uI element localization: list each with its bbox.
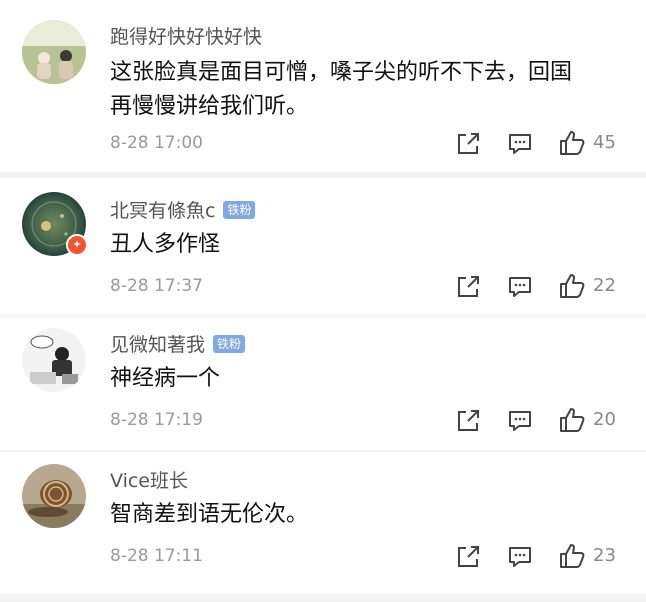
comment-item: ✦ 北冥有條魚c 铁粉 丑人多作怪 8-28 17:37 22: [0, 178, 646, 314]
verified-badge-icon: ✦: [66, 234, 88, 256]
share-icon[interactable]: [455, 274, 481, 300]
share-icon[interactable]: [455, 408, 481, 434]
comment-time: 8-28 17:11: [110, 546, 203, 566]
fan-badge: 铁粉: [213, 335, 246, 353]
comment-time: 8-28 17:37: [110, 276, 203, 296]
comment-username[interactable]: 见微知著我 铁粉: [110, 330, 246, 357]
bottom-divider: [0, 594, 646, 602]
comment-item: Vice班长 智商差到语无伦次。 8-28 17:11 23: [0, 452, 646, 594]
comment-text: 丑人多作怪: [110, 232, 221, 257]
comment-text-line: 这张脸真是面目可憎，嗓子尖的听不下去，回国: [110, 60, 573, 85]
fan-badge: 铁粉: [223, 201, 256, 219]
thumbs-up-icon[interactable]: [558, 272, 586, 300]
share-icon[interactable]: [455, 131, 481, 157]
like-count: 22: [593, 275, 616, 296]
comment-item: 见微知著我 铁粉 神经病一个 8-28 17:19 20: [0, 318, 646, 450]
comment-username-text: 北冥有條魚c: [110, 200, 216, 222]
thumbs-up-icon[interactable]: [558, 542, 586, 570]
comment-username[interactable]: 跑得好快好快好快: [110, 22, 262, 49]
avatar[interactable]: [22, 328, 86, 392]
comment-text-line: 再慢慢讲给我们听。: [110, 94, 309, 119]
thumbs-up-icon[interactable]: [558, 129, 586, 157]
comment-icon[interactable]: [507, 131, 533, 157]
comment-time: 8-28 17:19: [110, 410, 203, 430]
comment-username[interactable]: 北冥有條魚c 铁粉: [110, 196, 256, 223]
like-count: 45: [593, 132, 616, 153]
like-count: 23: [593, 545, 616, 566]
comment-text: 这张脸真是面目可憎，嗓子尖的听不下去，回国 再慢慢讲给我们听。: [110, 56, 620, 124]
comment-icon[interactable]: [507, 408, 533, 434]
comment-icon[interactable]: [507, 274, 533, 300]
share-icon[interactable]: [455, 544, 481, 570]
comment-username-text: 见微知著我: [110, 334, 206, 356]
comment-text: 神经病一个: [110, 366, 221, 391]
comment-username[interactable]: Vice班长: [110, 466, 188, 493]
comment-list: 跑得好快好快好快 这张脸真是面目可憎，嗓子尖的听不下去，回国 再慢慢讲给我们听。…: [0, 0, 646, 602]
avatar[interactable]: [22, 20, 86, 84]
comment-item: 跑得好快好快好快 这张脸真是面目可憎，嗓子尖的听不下去，回国 再慢慢讲给我们听。…: [0, 0, 646, 172]
comment-time: 8-28 17:00: [110, 133, 203, 153]
like-count: 20: [593, 409, 616, 430]
thumbs-up-icon[interactable]: [558, 406, 586, 434]
avatar[interactable]: [22, 464, 86, 528]
comment-text: 智商差到语无伦次。: [110, 502, 309, 527]
comment-icon[interactable]: [507, 544, 533, 570]
